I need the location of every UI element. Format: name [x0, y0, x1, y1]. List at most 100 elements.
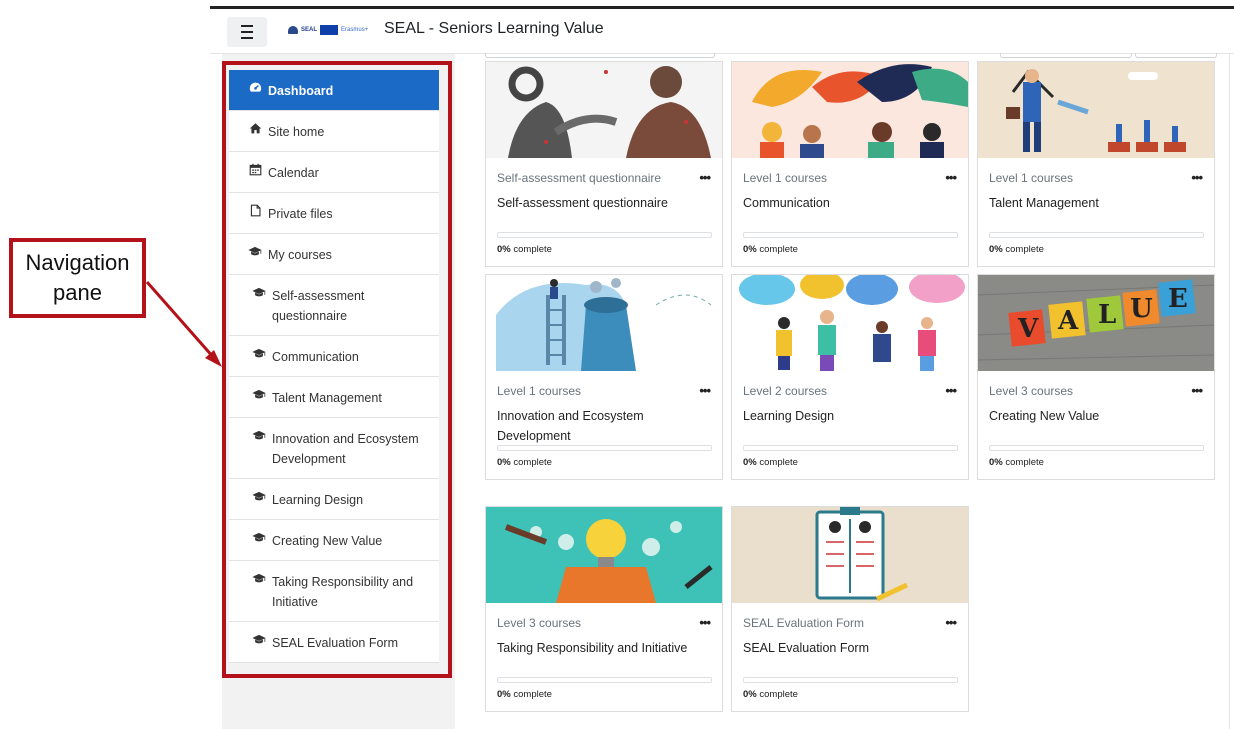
- course-name-link[interactable]: Self-assessment questionnaire: [497, 193, 711, 213]
- progress-percent: 0%: [743, 244, 757, 255]
- more-options-icon[interactable]: •••: [699, 615, 711, 630]
- file-icon: [248, 204, 262, 217]
- graduation-cap-icon: [252, 388, 266, 401]
- view-dropdown-edge[interactable]: [1135, 53, 1217, 58]
- svg-text:A: A: [1057, 306, 1079, 336]
- progress-label: complete: [756, 244, 798, 255]
- progress-bar: [497, 445, 712, 451]
- more-options-icon[interactable]: •••: [945, 615, 957, 630]
- nav-item-label: Talent Management: [272, 391, 382, 405]
- course-category: Level 3 courses: [989, 384, 1074, 398]
- navigation-pane-callout: Navigation pane: [9, 238, 146, 318]
- course-card[interactable]: Level 3 courses ••• Taking Responsibility …: [485, 506, 723, 712]
- progress-bar: [743, 677, 958, 683]
- svg-text:E: E: [1168, 284, 1188, 314]
- nav-item-my-courses[interactable]: My courses: [229, 234, 439, 275]
- course-image[interactable]: [978, 62, 1214, 158]
- nav-item-site-home[interactable]: Site home: [229, 111, 439, 152]
- course-name-link[interactable]: Learning Design: [743, 406, 957, 426]
- progress-percent: 0%: [989, 457, 1003, 468]
- course-image[interactable]: [732, 507, 968, 603]
- course-image[interactable]: [486, 507, 722, 603]
- more-options-icon[interactable]: •••: [699, 383, 711, 398]
- progress-label: complete: [510, 244, 552, 255]
- calendar-icon: [248, 163, 262, 176]
- nav-item-label: Learning Design: [272, 493, 364, 507]
- course-card[interactable]: Level 2 courses ••• Learning Design 0% comp…: [731, 274, 969, 480]
- nav-item-label: Site home: [268, 125, 325, 139]
- dashboard-icon: [248, 81, 262, 94]
- nav-item-talent-management[interactable]: Talent Management: [229, 377, 439, 418]
- nav-item-calendar[interactable]: Calendar: [229, 152, 439, 193]
- svg-text:U: U: [1130, 294, 1153, 324]
- hamburger-menu-button[interactable]: [227, 17, 267, 47]
- course-card[interactable]: Level 1 courses ••• Communication 0% comple…: [731, 61, 969, 267]
- course-image[interactable]: [486, 62, 722, 158]
- seal-logo-text: SEAL: [301, 27, 318, 33]
- more-options-icon[interactable]: •••: [945, 170, 957, 185]
- progress-bar: [989, 232, 1204, 238]
- course-name-link[interactable]: Creating New Value: [989, 406, 1203, 426]
- course-name-link[interactable]: Taking Responsibility and Initiative: [497, 638, 711, 658]
- nav-item-taking-responsibility-and-initiative[interactable]: Taking Responsibility and Initiative: [229, 561, 439, 622]
- course-name-link[interactable]: Communication: [743, 193, 957, 213]
- progress-text: 0% complete: [743, 457, 798, 468]
- progress-percent: 0%: [497, 689, 511, 700]
- more-options-icon[interactable]: •••: [945, 383, 957, 398]
- progress-percent: 0%: [497, 457, 511, 468]
- brand-logos[interactable]: SEAL Erasmus+: [288, 23, 368, 37]
- progress-label: complete: [1002, 457, 1044, 468]
- course-card[interactable]: Level 1 courses ••• Innovation and Ecosyst…: [485, 274, 723, 480]
- course-image[interactable]: V A L U E: [978, 275, 1214, 371]
- graduation-cap-icon: [252, 490, 266, 503]
- course-image[interactable]: [732, 275, 968, 371]
- nav-item-label: Dashboard: [268, 84, 334, 98]
- course-category: Level 2 courses: [743, 384, 828, 398]
- course-category: Level 1 courses: [497, 384, 582, 398]
- progress-percent: 0%: [743, 457, 757, 468]
- nav-item-learning-design[interactable]: Learning Design: [229, 479, 439, 520]
- more-options-icon[interactable]: •••: [1191, 383, 1203, 398]
- course-category: Level 1 courses: [743, 171, 828, 185]
- graduation-cap-icon: [252, 286, 266, 299]
- nav-item-self-assessment-questionnaire[interactable]: Self-assessment questionnaire: [229, 275, 439, 336]
- progress-label: complete: [756, 457, 798, 468]
- sort-dropdown-edge[interactable]: [1000, 53, 1132, 58]
- progress-text: 0% complete: [989, 457, 1044, 468]
- nav-item-label: Taking Responsibility and Initiative: [272, 575, 414, 609]
- site-title[interactable]: SEAL - Seniors Learning Value: [384, 20, 604, 38]
- course-card[interactable]: V A L U E Level 3 courses ••• Creating New…: [977, 274, 1215, 480]
- nav-item-label: Private files: [268, 207, 333, 221]
- course-card[interactable]: Level 1 courses ••• Talent Management 0% co…: [977, 61, 1215, 267]
- course-category: Level 3 courses: [497, 616, 582, 630]
- graduation-cap-icon: [252, 531, 266, 544]
- nav-item-dashboard[interactable]: Dashboard: [229, 70, 439, 111]
- course-category: Self-assessment questionnaire: [497, 171, 662, 185]
- nav-item-label: Communication: [272, 350, 359, 364]
- course-image[interactable]: [732, 62, 968, 158]
- callout-label: Navigation pane: [25, 250, 130, 305]
- nav-item-label: Innovation and Ecosystem Development: [272, 432, 419, 466]
- course-image[interactable]: [486, 275, 722, 371]
- svg-text:L: L: [1098, 300, 1116, 330]
- course-name-link[interactable]: Talent Management: [989, 193, 1203, 213]
- progress-bar: [497, 677, 712, 683]
- progress-text: 0% complete: [497, 244, 552, 255]
- progress-label: complete: [1002, 244, 1044, 255]
- nav-item-communication[interactable]: Communication: [229, 336, 439, 377]
- nav-item-innovation-and-ecosystem-development[interactable]: Innovation and Ecosystem Development: [229, 418, 439, 479]
- course-card[interactable]: Self-assessment questionnaire ••• Self-ass…: [485, 61, 723, 267]
- course-card[interactable]: SEAL Evaluation Form ••• SEAL Evaluation F…: [731, 506, 969, 712]
- nav-item-private-files[interactable]: Private files: [229, 193, 439, 234]
- progress-percent: 0%: [743, 689, 757, 700]
- course-name-link[interactable]: Innovation and Ecosystem Development: [497, 406, 711, 446]
- progress-text: 0% complete: [989, 244, 1044, 255]
- graduation-cap-icon: [252, 633, 266, 646]
- course-category: SEAL Evaluation Form: [743, 616, 864, 630]
- search-field-edge[interactable]: [485, 53, 715, 58]
- more-options-icon[interactable]: •••: [699, 170, 711, 185]
- nav-item-creating-new-value[interactable]: Creating New Value: [229, 520, 439, 561]
- more-options-icon[interactable]: •••: [1191, 170, 1203, 185]
- course-name-link[interactable]: SEAL Evaluation Form: [743, 638, 957, 658]
- nav-item-seal-evaluation-form[interactable]: SEAL Evaluation Form: [229, 622, 439, 663]
